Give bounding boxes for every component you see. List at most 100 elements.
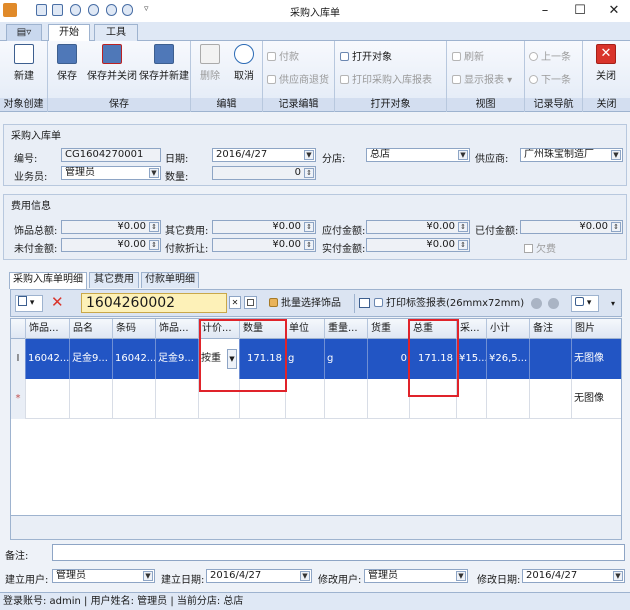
- spinner-icon[interactable]: ⇕: [458, 240, 468, 250]
- col-header-purchase-price[interactable]: 采...: [457, 319, 487, 339]
- barcode-search-input[interactable]: 1604260002: [81, 293, 227, 313]
- spinner-icon[interactable]: ⇕: [149, 222, 159, 232]
- close-window-button[interactable]: ✕: [599, 2, 629, 20]
- branch-select[interactable]: 总店 ▼: [366, 148, 470, 162]
- tab-tools[interactable]: 工具: [94, 24, 138, 41]
- cell-purchase-price[interactable]: [457, 379, 487, 419]
- grid-options-button[interactable]: ▾: [571, 295, 599, 312]
- tab-purchase-details[interactable]: 采购入库单明细: [9, 272, 87, 289]
- new-button[interactable]: 新建: [9, 44, 39, 82]
- show-report-button[interactable]: 显示报表 ▾: [452, 74, 512, 88]
- chevron-down-icon[interactable]: ▼: [300, 571, 310, 581]
- save-new-button[interactable]: 保存并新建: [138, 44, 190, 82]
- discount-field[interactable]: ¥0.00 ⇕: [212, 238, 316, 252]
- minimize-button[interactable]: –: [530, 2, 560, 20]
- col-header-unit[interactable]: 单位: [286, 319, 325, 339]
- spinner-icon[interactable]: ⇕: [458, 222, 468, 232]
- col-header-name[interactable]: 品名: [70, 319, 113, 339]
- chevron-down-icon[interactable]: ▼: [304, 150, 314, 160]
- remark-input[interactable]: [52, 544, 625, 561]
- payable-field[interactable]: ¥0.00 ⇕: [366, 220, 470, 234]
- cell-remark[interactable]: [530, 339, 572, 379]
- col-header-barcode[interactable]: 条码: [113, 319, 156, 339]
- prev-record-button[interactable]: 上一条: [529, 51, 571, 65]
- cell-remark[interactable]: [530, 379, 572, 419]
- paid-field[interactable]: ¥0.00 ⇕: [520, 220, 623, 234]
- add-row-button[interactable]: ▾: [15, 295, 43, 312]
- open-object-button[interactable]: 打开对象: [340, 51, 392, 65]
- cell-barcode[interactable]: 16042...: [113, 339, 156, 379]
- app-menu-button[interactable]: ▤▿: [6, 24, 42, 41]
- number-field[interactable]: CG1604270001: [61, 148, 161, 162]
- spinner-icon[interactable]: ⇕: [149, 240, 159, 250]
- tab-other-fees[interactable]: 其它费用: [89, 272, 139, 288]
- cell-unit[interactable]: g: [286, 339, 325, 379]
- col-header-image[interactable]: 图片: [572, 319, 621, 339]
- cell-subtotal[interactable]: ¥26,5...: [487, 339, 530, 379]
- col-header-jewelry-no[interactable]: 饰品...: [26, 319, 70, 339]
- table-row-new[interactable]: * 无图像: [11, 379, 621, 419]
- chevron-down-icon[interactable]: ▼: [458, 150, 468, 160]
- delete-row-button[interactable]: ✕: [51, 293, 64, 311]
- unpaid-field[interactable]: ¥0.00 ⇕: [61, 238, 161, 252]
- clear-search-button[interactable]: ✕: [229, 296, 241, 309]
- cell-jewelry-name[interactable]: 足金9...: [156, 339, 199, 379]
- batch-select-button[interactable]: 批量选择饰品: [269, 297, 341, 311]
- supplier-select[interactable]: 广州珠宝制造厂 ▼: [520, 148, 623, 162]
- spinner-icon[interactable]: ⇕: [304, 168, 314, 178]
- cell-jewelry-name[interactable]: [156, 379, 199, 419]
- spinner-icon[interactable]: ⇕: [611, 222, 621, 232]
- refresh-button[interactable]: 刷新: [452, 51, 484, 65]
- col-header-subtotal[interactable]: 小计: [487, 319, 530, 339]
- col-header-jewelry-name[interactable]: 饰品...: [156, 319, 199, 339]
- owe-checkbox[interactable]: 欠费: [524, 240, 556, 255]
- close-button[interactable]: ✕ 关闭: [591, 44, 621, 82]
- cell-image[interactable]: 无图像: [572, 339, 621, 379]
- other-fee-field[interactable]: ¥0.00 ⇕: [212, 220, 316, 234]
- supplier-return-button[interactable]: 供应商退货: [267, 74, 329, 88]
- print-tags-button[interactable]: 打印标签报表(26mmx72mm): [374, 297, 524, 311]
- cell-barcode[interactable]: [113, 379, 156, 419]
- chevron-down-icon[interactable]: ▼: [613, 571, 623, 581]
- search-options-button[interactable]: [244, 296, 257, 309]
- cell-name[interactable]: 足金9...: [70, 339, 113, 379]
- col-header-goods-weight[interactable]: 货重: [368, 319, 410, 339]
- clerk-select[interactable]: 管理员 ▼: [61, 166, 161, 180]
- cell-name[interactable]: [70, 379, 113, 419]
- spinner-icon[interactable]: ⇕: [304, 240, 314, 250]
- modified-date-field[interactable]: 2016/4/27 ▼: [522, 569, 625, 583]
- cell-goods-weight[interactable]: [368, 379, 410, 419]
- cell-weight-unit[interactable]: g: [325, 339, 368, 379]
- cell-purchase-price[interactable]: ¥15...: [457, 339, 487, 379]
- cell-goods-weight[interactable]: 0: [368, 339, 410, 379]
- print-report-button[interactable]: 打印采购入库报表: [340, 74, 432, 88]
- cell-image[interactable]: 无图像: [572, 379, 621, 419]
- col-header-weight-unit[interactable]: 重量...: [325, 319, 368, 339]
- spinner-icon[interactable]: ⇕: [304, 222, 314, 232]
- actual-paid-field[interactable]: ¥0.00 ⇕: [366, 238, 470, 252]
- tab-home[interactable]: 开始: [48, 24, 90, 42]
- creator-select[interactable]: 管理员 ▼: [52, 569, 155, 583]
- chevron-down-icon[interactable]: ▼: [611, 150, 621, 160]
- table-row[interactable]: I 16042... 足金9... 16042... 足金9... 按重 ▼ 17…: [11, 339, 621, 379]
- date-field[interactable]: 2016/4/27 ▼: [212, 148, 316, 162]
- maximize-button[interactable]: ☐: [565, 2, 595, 20]
- created-date-field[interactable]: 2016/4/27 ▼: [206, 569, 312, 583]
- prev-page-icon[interactable]: [531, 298, 542, 309]
- chevron-down-icon[interactable]: ▼: [456, 571, 466, 581]
- chevron-down-icon[interactable]: ▼: [149, 168, 159, 178]
- pay-button[interactable]: 付款: [267, 51, 299, 65]
- next-record-button[interactable]: 下一条: [529, 74, 571, 88]
- chevron-down-icon[interactable]: ▼: [143, 571, 153, 581]
- cell-subtotal[interactable]: [487, 379, 530, 419]
- cancel-button[interactable]: 取消: [229, 44, 259, 82]
- col-header-remark[interactable]: 备注: [530, 319, 572, 339]
- qty-field[interactable]: 0 ⇕: [212, 166, 316, 180]
- delete-button[interactable]: 删除: [195, 44, 225, 82]
- toolbar-overflow-icon[interactable]: ▾: [611, 299, 615, 308]
- cell-jewelry-no[interactable]: 16042...: [26, 339, 70, 379]
- tab-payment-details[interactable]: 付款单明细: [141, 272, 199, 288]
- save-button[interactable]: 保存: [52, 44, 82, 82]
- next-page-icon[interactable]: [548, 298, 559, 309]
- modifier-select[interactable]: 管理员 ▼: [364, 569, 468, 583]
